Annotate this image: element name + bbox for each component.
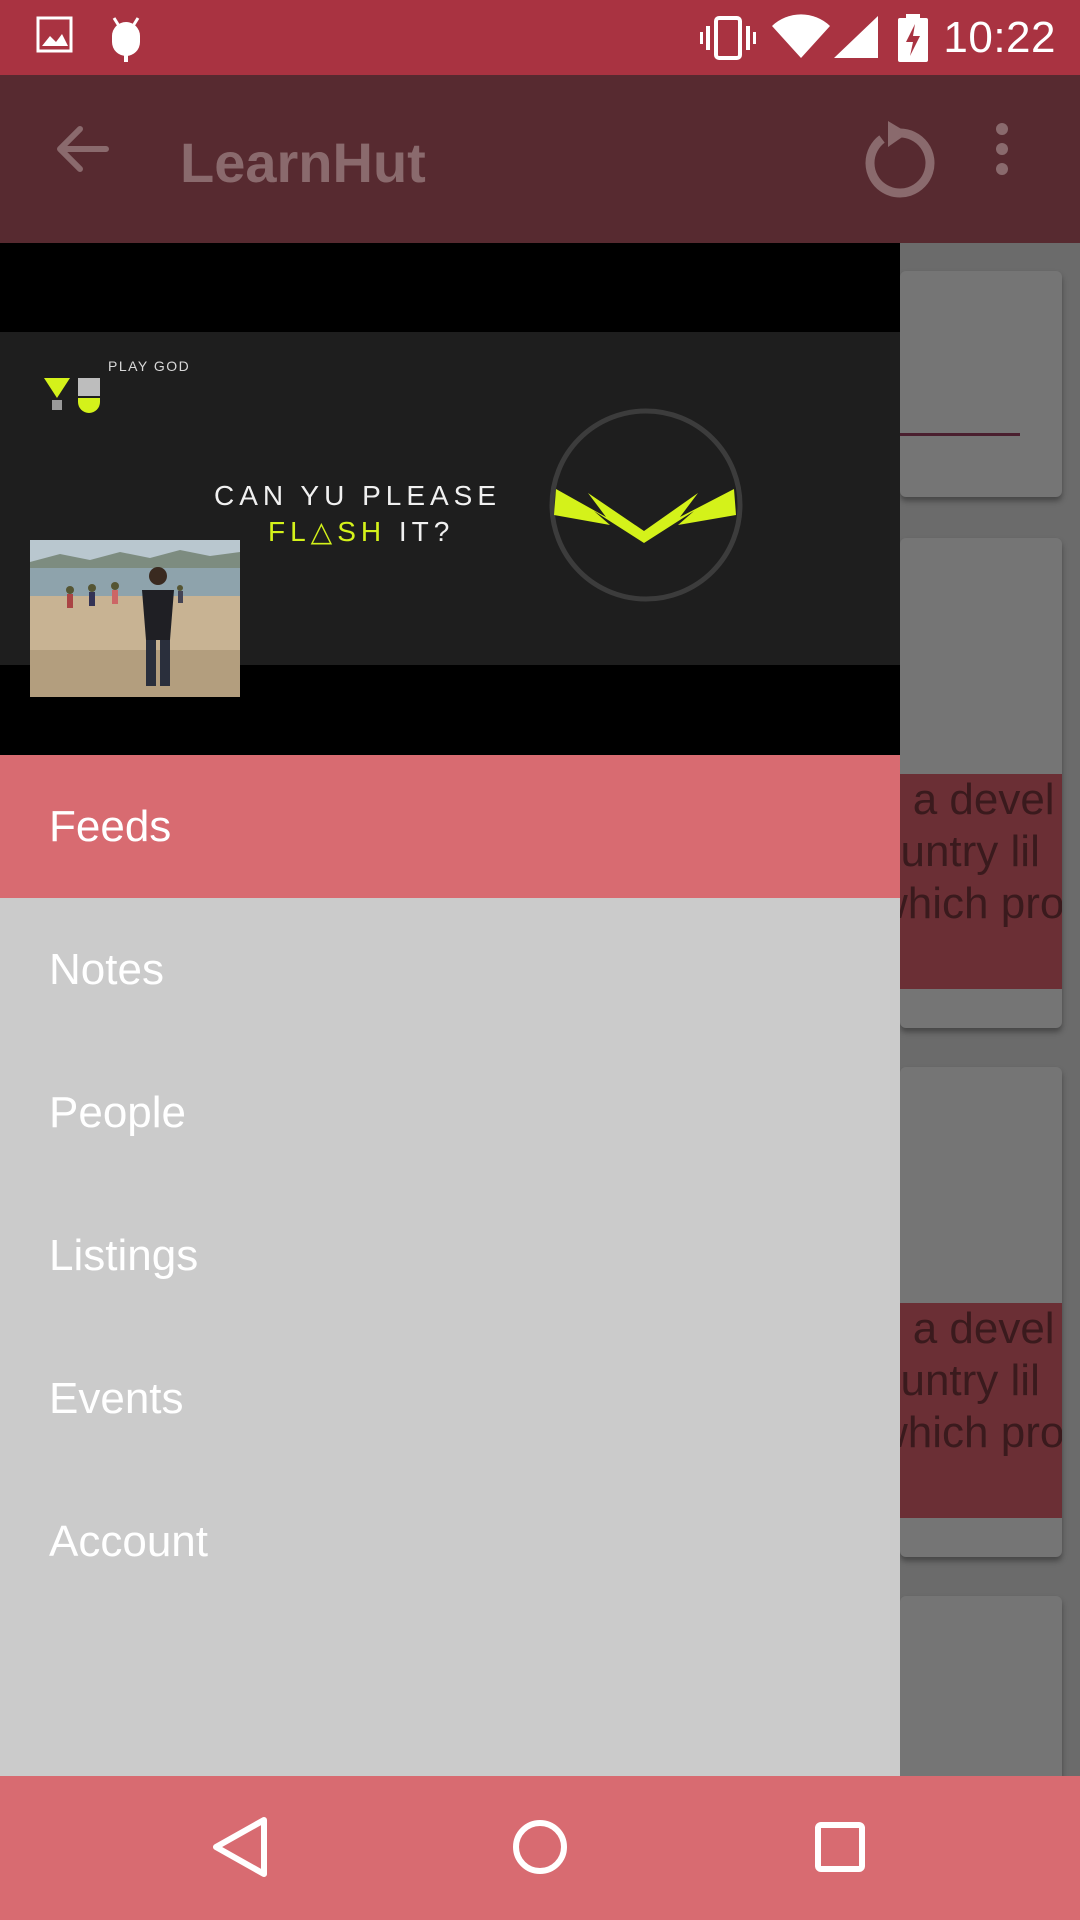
- system-nav-bar: [0, 1776, 1080, 1920]
- menu-item-events[interactable]: Events: [0, 1327, 900, 1470]
- app-bar: LearnHut: [0, 75, 1080, 243]
- vibrate-icon: [700, 14, 756, 67]
- menu-item-feeds[interactable]: Feeds: [0, 755, 900, 898]
- menu-item-listings[interactable]: Listings: [0, 1184, 900, 1327]
- signal-icon: [834, 14, 880, 67]
- card-text-strip: n a devel ountry lil which pro: [900, 1303, 1062, 1518]
- back-triangle-icon[interactable]: [210, 1814, 270, 1885]
- recents-square-icon[interactable]: [810, 1814, 870, 1885]
- image-icon: [36, 14, 74, 59]
- drawer-menu: Feeds Notes People Listings Events Accou…: [0, 755, 900, 1613]
- more-vert-icon[interactable]: [990, 117, 1014, 186]
- banner-tagline-line2: FL△SH IT?: [268, 516, 455, 547]
- feed-card: n a devel ountry lil which pro: [900, 538, 1062, 1028]
- navigation-drawer: PLAY GOD CAN YU PLEASE FL△SH IT? Feeds N…: [0, 243, 900, 1776]
- refresh-icon[interactable]: [860, 115, 940, 208]
- lightning-bolt-logo-icon: [548, 407, 744, 608]
- android-debug-icon: [106, 14, 146, 67]
- app-title: LearnHut: [180, 131, 426, 194]
- clock: 10:22: [943, 13, 1056, 62]
- wifi-icon: [772, 14, 830, 67]
- feed-background: n a devel ountry lil which pro n a devel…: [900, 243, 1080, 1776]
- menu-item-notes[interactable]: Notes: [0, 898, 900, 1041]
- battery-charging-icon: [898, 14, 928, 67]
- input-underline: [900, 433, 1020, 436]
- banner-brand: PLAY GOD: [108, 358, 191, 374]
- menu-item-people[interactable]: People: [0, 1041, 900, 1184]
- yu-logo-icon: [44, 376, 104, 421]
- back-arrow-icon[interactable]: [50, 117, 114, 186]
- status-bar: 10:22: [0, 0, 1080, 75]
- menu-item-account[interactable]: Account: [0, 1470, 900, 1613]
- feed-card: [900, 1596, 1062, 1776]
- card-text-strip: n a devel ountry lil which pro: [900, 774, 1062, 989]
- banner-tagline-line1: CAN YU PLEASE: [214, 480, 502, 511]
- profile-avatar[interactable]: [30, 540, 240, 697]
- drawer-header: PLAY GOD CAN YU PLEASE FL△SH IT?: [0, 243, 900, 755]
- home-circle-icon[interactable]: [510, 1814, 570, 1885]
- feed-card: [900, 271, 1062, 497]
- feed-card: n a devel ountry lil which pro: [900, 1067, 1062, 1557]
